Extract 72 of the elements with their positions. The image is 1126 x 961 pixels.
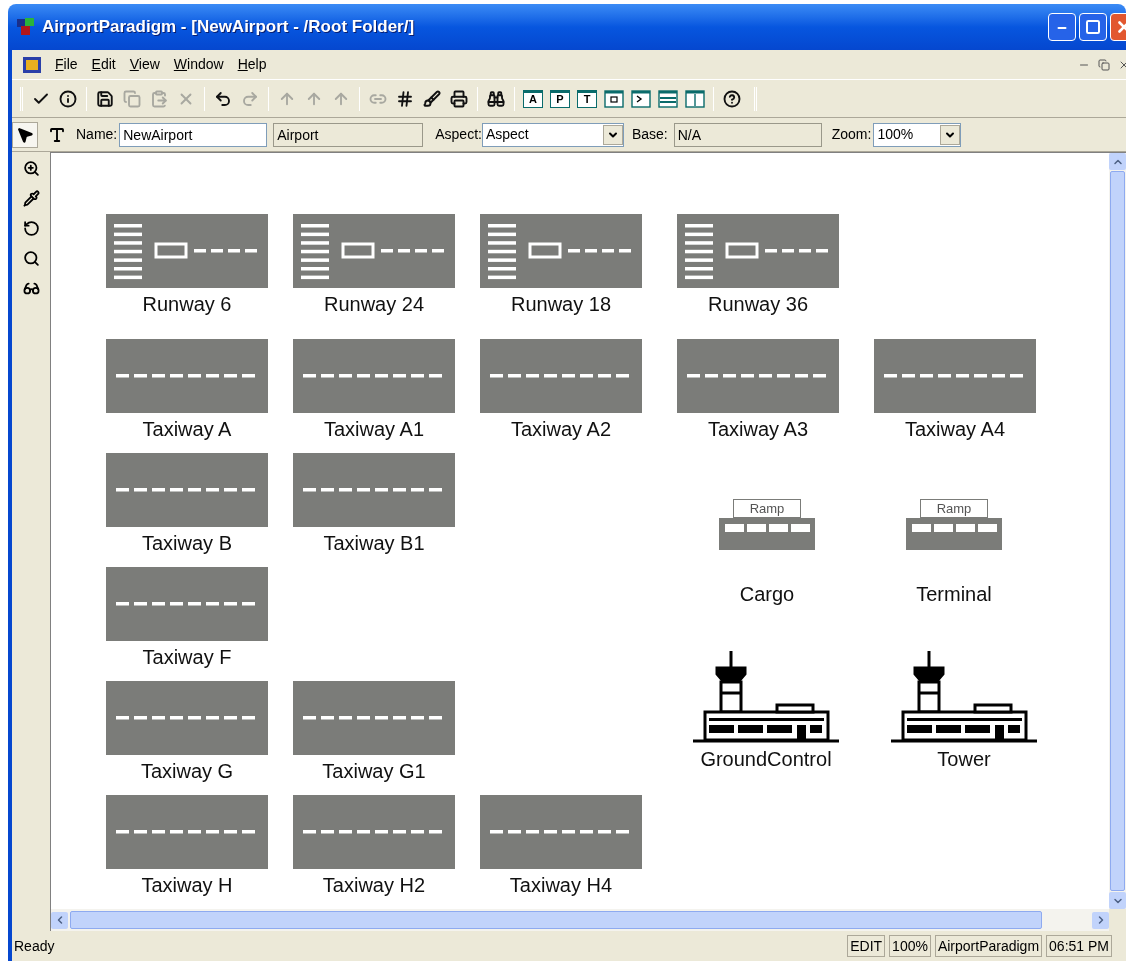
item-label: Taxiway A1 — [323, 417, 425, 441]
item-label: Taxiway A4 — [904, 417, 1006, 441]
item-label: Runway 18 — [510, 292, 612, 316]
item-label: Taxiway G1 — [322, 759, 426, 783]
help-icon — [723, 89, 741, 108]
status-message: Ready — [14, 936, 56, 956]
redo-icon — [241, 89, 259, 108]
status-pane: EDIT — [847, 935, 886, 957]
print-icon — [450, 89, 468, 108]
brush-icon — [423, 89, 441, 108]
zoom-in-icon — [22, 159, 40, 177]
document-icon — [22, 55, 42, 74]
aspect-dropdown[interactable]: Aspect — [481, 122, 624, 147]
undo-icon — [214, 89, 232, 108]
cubes-icon — [16, 17, 36, 37]
field-label: Aspect: — [435, 125, 482, 144]
columns-panel-icon — [685, 89, 705, 108]
paste-icon — [150, 89, 168, 108]
pointer-icon — [16, 125, 34, 144]
menu-item[interactable]: File — [48, 54, 85, 75]
window-title: AirportParadigm - [NewAirport - /Root Folder/] — [42, 16, 415, 39]
base-field: N/A — [673, 122, 822, 147]
search-icon — [22, 249, 40, 267]
type-field: Airport — [273, 122, 424, 147]
vertical-scrollbar[interactable] — [1109, 153, 1126, 909]
horizontal-scrollbar[interactable] — [51, 909, 1109, 931]
item-label: Taxiway A3 — [707, 417, 809, 441]
item-label: Terminal — [916, 582, 992, 606]
rotate-icon — [22, 219, 40, 237]
item-label: Taxiway H2 — [322, 873, 426, 897]
item-label: Runway 24 — [323, 292, 425, 316]
status-pane: 06:51 PM — [1046, 935, 1112, 957]
binoculars-icon — [487, 89, 505, 108]
rows-panel-icon — [658, 89, 678, 108]
grid-icon — [396, 89, 414, 108]
item-label: Taxiway B1 — [323, 531, 425, 555]
item-label: Cargo — [739, 582, 795, 606]
save-icon — [96, 89, 114, 108]
status-pane: AirportParadigm — [934, 935, 1043, 957]
info-icon — [59, 89, 77, 108]
field-label: Zoom: — [831, 125, 872, 144]
ramp-sign: Ramp — [920, 499, 988, 518]
prompt-panel-icon — [631, 89, 651, 108]
menu-item[interactable]: Edit — [84, 54, 123, 75]
maximize-button[interactable] — [1079, 13, 1107, 41]
field-label: Base: — [631, 125, 668, 144]
item-label: Runway 6 — [142, 292, 232, 316]
item-label: Taxiway H — [141, 873, 233, 897]
tool-button[interactable] — [12, 121, 38, 148]
menu-item[interactable]: View — [122, 54, 167, 75]
item-label: Runway 36 — [707, 292, 809, 316]
item-label: Taxiway F — [142, 645, 232, 669]
box-panel-icon — [604, 89, 624, 108]
restore-icon[interactable] — [1098, 58, 1110, 71]
item-label: Taxiway G — [140, 759, 234, 783]
item-label: Taxiway H4 — [509, 873, 613, 897]
menu-item[interactable]: Help — [230, 54, 274, 75]
minimize-button[interactable] — [1048, 13, 1076, 41]
item-label: Taxiway A — [142, 417, 232, 441]
zoom-dropdown[interactable]: 100% — [873, 122, 962, 147]
maximize-icon — [1085, 19, 1101, 35]
ramp-sign: Ramp — [733, 499, 801, 518]
item-label: GroundControl — [700, 747, 832, 771]
item-label: Taxiway B — [142, 531, 232, 555]
name-field[interactable]: NewAirport — [119, 122, 268, 147]
menu-item[interactable]: Window — [166, 54, 231, 75]
status-pane: 100% — [889, 935, 931, 957]
item-label: Tower — [937, 747, 991, 771]
text-tool-icon — [48, 125, 66, 144]
copy-icon — [123, 89, 141, 108]
field-label: Name: — [76, 125, 118, 144]
item-label: Taxiway A2 — [510, 417, 612, 441]
